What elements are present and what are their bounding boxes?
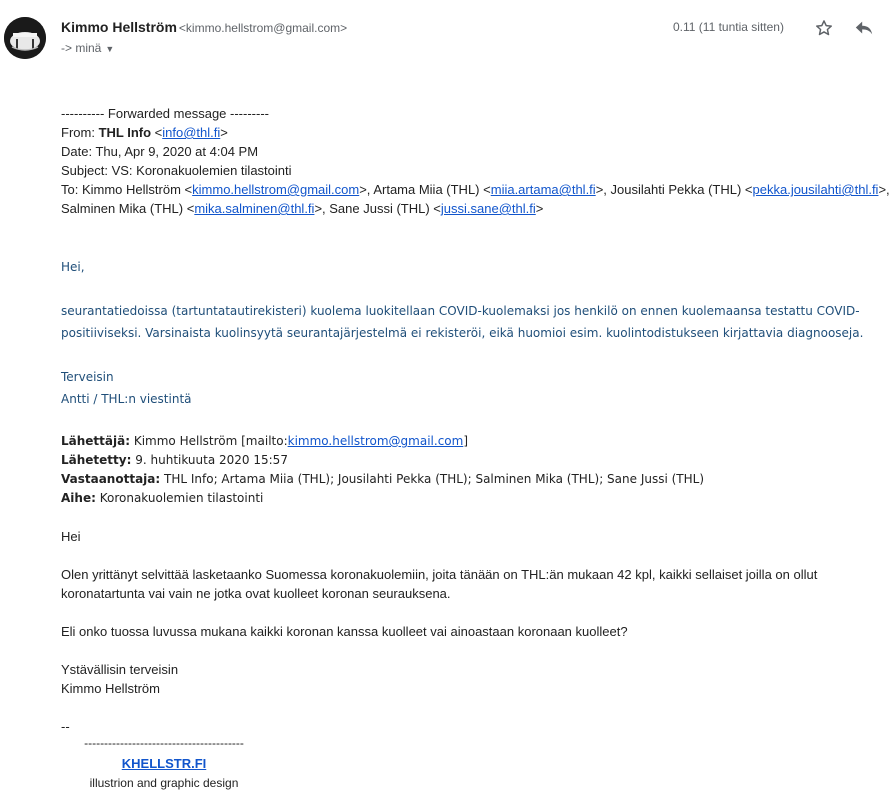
signature-dashes: --	[61, 719, 70, 734]
chevron-down-icon[interactable]: ▼	[105, 44, 114, 54]
original-body-line: Olen yrittänyt selvittää lasketaanko Suo…	[61, 567, 818, 582]
sent-value: 9. huhtikuuta 2020 15:57	[135, 453, 288, 467]
reply-greeting: Hei,	[61, 260, 85, 274]
sent-label: Lähetetty:	[61, 453, 132, 467]
avatar[interactable]	[4, 17, 46, 59]
to-recipient-email[interactable]: jussi.sane@thl.fi	[441, 201, 536, 216]
subject-label: Aihe:	[61, 491, 96, 505]
reply-closing: Terveisin	[61, 370, 114, 384]
sender-name-text: Kimmo Hellström	[61, 19, 177, 35]
to-recipient-name: Jousilahti Pekka (THL)	[610, 182, 742, 197]
from-email-link[interactable]: info@thl.fi	[162, 125, 220, 140]
sender-name[interactable]: Kimmo Hellström <kimmo.hellstrom@gmail.co…	[61, 19, 347, 35]
sender-email: <kimmo.hellstrom@gmail.com>	[178, 21, 348, 35]
reply-signature: Antti / THL:n viestintä	[61, 392, 192, 406]
recipients-label: Vastaanottaja:	[61, 472, 161, 486]
from-label: From:	[61, 125, 99, 140]
subject-value: Koronakuolemien tilastointi	[99, 491, 264, 505]
signature-site: KHELLSTR.FI	[44, 756, 284, 771]
original-subject: Aihe: Koronakuolemien tilastointi	[61, 489, 263, 508]
reply-body-line: positiiviseksi. Varsinaista kuolinsyytä …	[61, 326, 864, 340]
to-recipient-email[interactable]: miia.artama@thl.fi	[491, 182, 596, 197]
sender-label: Lähettäjä:	[61, 434, 131, 448]
message-header: Kimmo Hellström <kimmo.hellstrom@gmail.co…	[0, 0, 893, 80]
to-recipient-email[interactable]: pekka.jousilahti@thl.fi	[753, 182, 879, 197]
to-line-text: -> minä	[61, 41, 102, 55]
message-date: 0.11 (11 tuntia sitten)	[673, 20, 784, 34]
from-name: THL Info	[98, 125, 152, 140]
original-greeting: Hei	[61, 529, 81, 544]
original-name: Kimmo Hellström	[61, 681, 160, 696]
forward-from: From: THL Info <info@thl.fi>	[61, 125, 228, 140]
original-body-line: Eli onko tuossa luvussa mukana kaikki ko…	[61, 624, 628, 639]
original-recipients: Vastaanottaja: THL Info; Artama Miia (TH…	[61, 470, 704, 489]
forward-to-line1: To: Kimmo Hellström <kimmo.hellstrom@gma…	[61, 182, 890, 197]
original-body-line: koronatartunta vai vain ne jotka ovat ku…	[61, 586, 451, 601]
original-sent: Lähetetty: 9. huhtikuuta 2020 15:57	[61, 451, 288, 470]
forward-divider: ---------- Forwarded message ---------	[61, 106, 269, 121]
signature-rule: ----------------------------------------	[84, 736, 244, 750]
to-recipient-name: Artama Miia (THL)	[373, 182, 480, 197]
sender-email-link[interactable]: kimmo.hellstrom@gmail.com	[288, 434, 464, 448]
to-recipient-email[interactable]: kimmo.hellstrom@gmail.com	[192, 182, 359, 197]
recipient-details[interactable]: -> minä ▼	[61, 41, 114, 55]
to-recipient-name: Sane Jussi (THL)	[329, 201, 430, 216]
avatar-image	[4, 17, 46, 59]
reply-icon[interactable]	[853, 18, 875, 38]
signature-tagline: illustrion and graphic design	[89, 776, 239, 790]
sender-value: Kimmo Hellström [mailto:	[133, 434, 288, 448]
forward-to-line2: Salminen Mika (THL) <mika.salminen@thl.f…	[61, 201, 544, 216]
to-recipient-email[interactable]: mika.salminen@thl.fi	[194, 201, 314, 216]
original-closing: Ystävällisin terveisin	[61, 662, 179, 677]
to-recipient-name: Salminen Mika (THL)	[61, 201, 184, 216]
reply-body-line: seurantatiedoissa (tartuntatautirekister…	[61, 304, 860, 318]
to-label: To:	[61, 182, 82, 197]
forward-subject: Subject: VS: Koronakuolemien tilastointi	[61, 163, 292, 178]
signature-site-link[interactable]: KHELLSTR.FI	[122, 756, 207, 771]
star-icon[interactable]	[814, 18, 834, 38]
recipients-value: THL Info; Artama Miia (THL); Jousilahti …	[164, 472, 705, 486]
forward-date: Date: Thu, Apr 9, 2020 at 4:04 PM	[61, 144, 259, 159]
to-recipient-name: Kimmo Hellström	[81, 182, 181, 197]
original-sender: Lähettäjä: Kimmo Hellström [mailto:kimmo…	[61, 434, 469, 448]
